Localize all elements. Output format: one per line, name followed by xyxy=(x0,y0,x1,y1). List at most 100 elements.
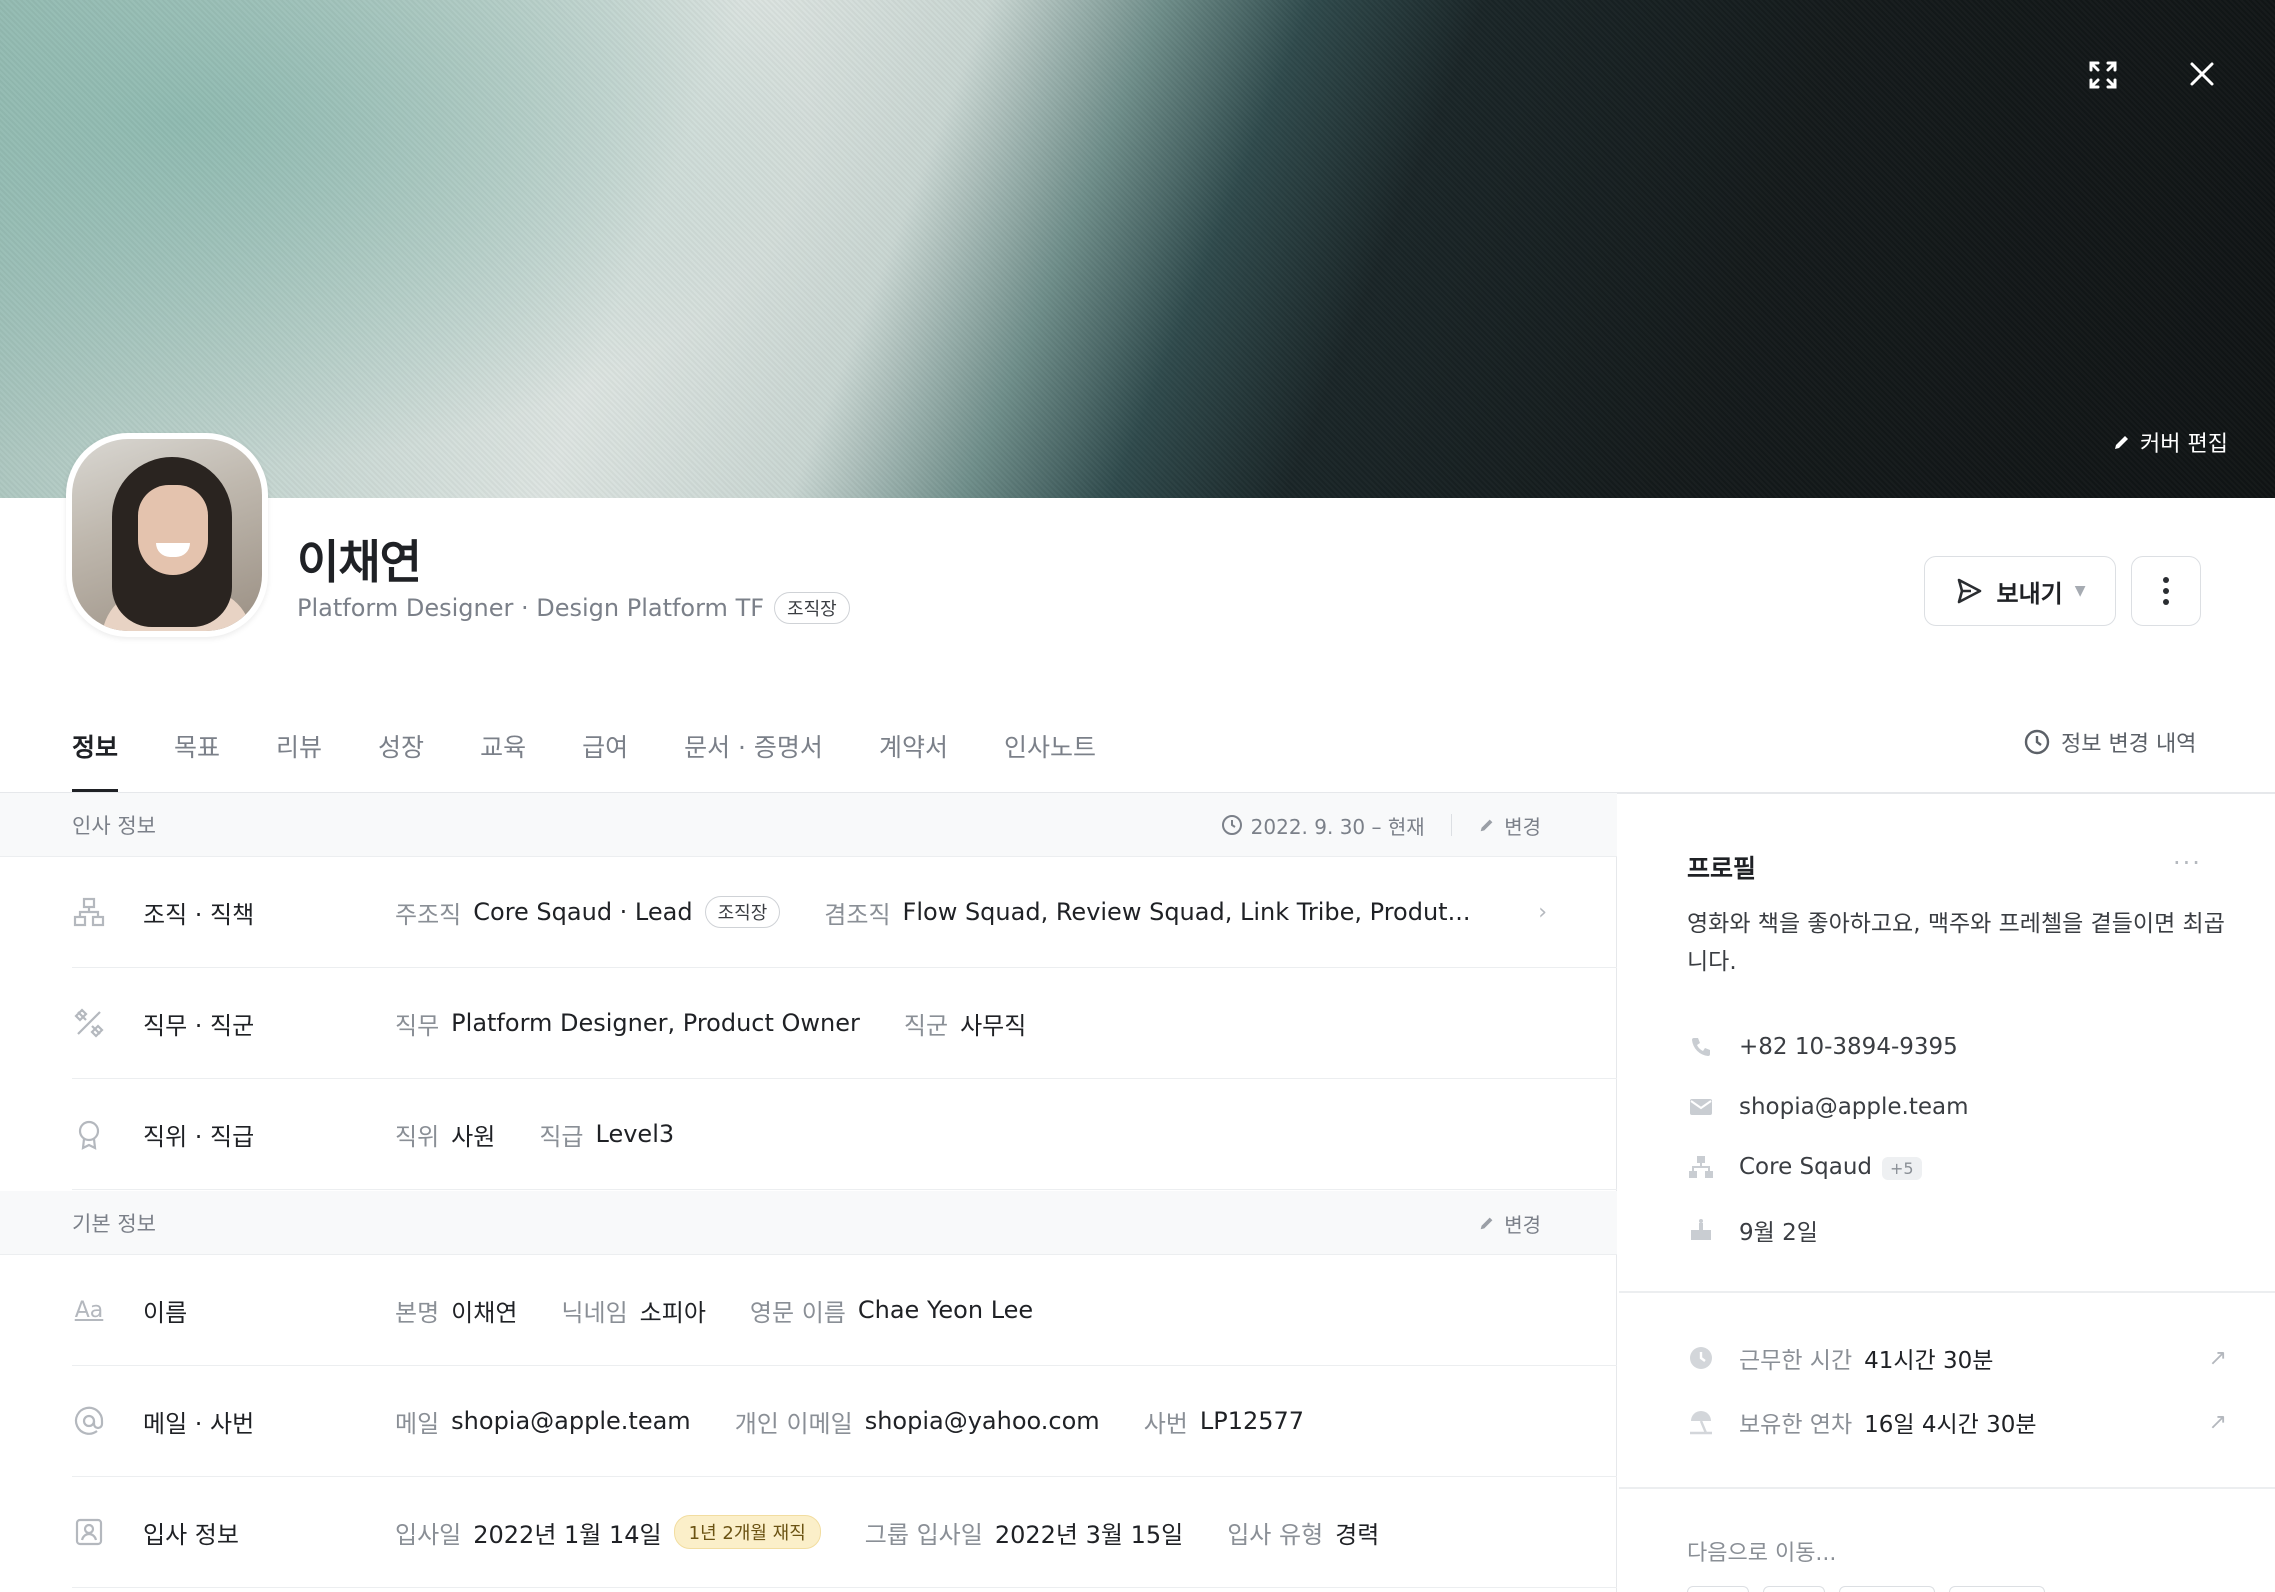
more-options-button[interactable] xyxy=(2131,556,2201,626)
tools-icon xyxy=(72,1006,106,1040)
basic-section-title: 기본 정보 xyxy=(72,1211,156,1236)
org-name: Core Sqaud xyxy=(1739,1154,1873,1180)
hr-section-header: 인사 정보 2022. 9. 30 – 현재 변경 xyxy=(0,793,1617,857)
name-row: Aa 이름 본명 이채연 닉네임 소피아 영문 이름 Chae Yeon Lee xyxy=(72,1255,1617,1366)
field-value: 2022년 3월 15일 xyxy=(994,1520,1184,1549)
tab-education[interactable]: 교육 xyxy=(480,718,526,793)
tab-hr-notes[interactable]: 인사노트 xyxy=(1004,718,1096,793)
work-hours-stat[interactable]: 근무한 시간 41시간 30분 ↗ xyxy=(1687,1341,2227,1375)
expand-icon[interactable] xyxy=(2083,55,2123,95)
pencil-icon xyxy=(2115,436,2128,449)
cover-edit-label: 커버 편집 xyxy=(2140,432,2228,457)
field-key: 직군 xyxy=(903,1011,949,1040)
tab-growth[interactable]: 성장 xyxy=(378,718,424,793)
field-value: Flow Squad, Review Squad, Link Tribe, Pr… xyxy=(902,898,1471,926)
field-value: 이채연 xyxy=(451,1298,518,1327)
profile-bio: 영화와 책을 좋아하고요, 맥주와 프레첼을 곁들이면 최곱니다. xyxy=(1687,911,2225,975)
divider xyxy=(1619,1487,2275,1489)
next-chip[interactable] xyxy=(1763,1586,1825,1592)
field-value: 2022년 1월 14일 xyxy=(473,1520,662,1549)
birthday: 9월 2일 xyxy=(1687,1213,1818,1247)
id-card-icon xyxy=(72,1515,106,1549)
basic-edit-button[interactable]: 변경 xyxy=(1478,1209,1541,1238)
send-icon xyxy=(1958,578,1982,604)
profile-name: 이채연 xyxy=(297,535,422,589)
field-value: 소피아 xyxy=(639,1298,706,1327)
field-key: 직위 xyxy=(395,1122,440,1151)
stat-label: 보유한 연차 xyxy=(1739,1412,1853,1438)
org-contact[interactable]: Core Sqaud +5 xyxy=(1687,1153,1922,1181)
tab-info[interactable]: 정보 xyxy=(72,718,119,793)
arrow-up-right-icon: ↗ xyxy=(2208,1409,2227,1435)
next-chips xyxy=(1687,1586,2045,1592)
birthday-date: 9월 2일 xyxy=(1739,1220,1818,1246)
email-row: 메일 · 사번 메일 shopia@apple.team 개인 이메일 shopia… xyxy=(72,1366,1617,1477)
field-key: 사번 xyxy=(1143,1409,1188,1438)
email-contact[interactable]: shopia@apple.team xyxy=(1687,1093,1969,1121)
leave-stat[interactable]: 보유한 연차 16일 4시간 30분 ↗ xyxy=(1687,1405,2227,1439)
phone-icon xyxy=(1687,1033,1715,1061)
tab-documents[interactable]: 문서 · 증명서 xyxy=(684,718,823,793)
award-icon xyxy=(72,1117,106,1151)
phone-contact[interactable]: +82 10-3894-9395 xyxy=(1687,1033,1958,1061)
history-icon xyxy=(1221,815,1242,835)
tab-bar: 정보 목표 리뷰 성장 교육 급여 문서 · 증명서 계약서 인사노트 xyxy=(72,718,1152,793)
stat-label: 근무한 시간 xyxy=(1739,1348,1853,1374)
cover-edit-button[interactable]: 커버 편집 xyxy=(2112,426,2228,458)
next-chip[interactable] xyxy=(1839,1586,1935,1592)
row-label: 입사 정보 xyxy=(143,1520,239,1549)
field-value: 경력 xyxy=(1335,1520,1380,1549)
info-panel: 인사 정보 2022. 9. 30 – 현재 변경 조직 · 직책 주조직 Cor… xyxy=(0,793,1617,1592)
tab-review[interactable]: 리뷰 xyxy=(276,718,322,793)
row-label: 조직 · 직책 xyxy=(143,900,255,929)
row-label: 이름 xyxy=(143,1298,188,1327)
field-value: Platform Designer, Product Owner xyxy=(451,1009,860,1037)
tab-salary[interactable]: 급여 xyxy=(582,718,628,793)
profile-subtitle: Platform Designer · Design Platform TF 조… xyxy=(297,592,850,624)
email-address: shopia@apple.team xyxy=(1739,1094,1969,1120)
history-link[interactable]: 정보 변경 내역 xyxy=(2023,726,2196,758)
field-value: LP12577 xyxy=(1199,1407,1305,1435)
profile-title: 프로필 xyxy=(1687,854,1757,883)
field-key: 입사일 xyxy=(395,1520,462,1549)
job-row: 직무 · 직군 직무 Platform Designer, Product Own… xyxy=(72,968,1617,1079)
beach-icon xyxy=(1687,1408,1715,1436)
stat-value: 41시간 30분 xyxy=(1864,1348,1994,1374)
at-sign-icon xyxy=(72,1404,106,1438)
next-chip[interactable] xyxy=(1687,1586,1749,1592)
field-key: 직무 xyxy=(395,1011,440,1040)
field-key: 본명 xyxy=(395,1298,440,1327)
field-value: 사원 xyxy=(451,1122,496,1151)
chevron-down-icon: ▼ xyxy=(2074,583,2086,599)
field-value: shopia@apple.team xyxy=(451,1407,691,1435)
edit-label: 변경 xyxy=(1504,814,1541,839)
chevron-right-icon: › xyxy=(1538,899,1547,925)
row-label: 직위 · 직급 xyxy=(143,1122,255,1151)
arrow-up-right-icon: ↗ xyxy=(2208,1345,2227,1371)
field-value: Level3 xyxy=(595,1120,675,1148)
job-title: Platform Designer · Design Platform TF xyxy=(297,594,765,622)
field-key: 메일 xyxy=(395,1409,440,1438)
org-position-row[interactable]: 조직 · 직책 주조직 Core Sqaud · Lead 조직장 겸조직 Flow … xyxy=(72,857,1617,968)
field-value: 사무직 xyxy=(960,1011,1027,1040)
field-key: 겸조직 xyxy=(824,900,891,929)
send-button[interactable]: 보내기 ▼ xyxy=(1924,556,2116,626)
edit-label: 변경 xyxy=(1504,1212,1541,1237)
more-horizontal-icon[interactable]: ··· xyxy=(2173,849,2202,877)
org-chart-icon xyxy=(1687,1153,1715,1181)
tab-contracts[interactable]: 계약서 xyxy=(879,718,948,793)
hr-section-title: 인사 정보 xyxy=(72,813,156,838)
role-badge: 조직장 xyxy=(774,592,850,624)
tab-goals[interactable]: 목표 xyxy=(174,718,220,793)
field-value: Core Sqaud · Lead xyxy=(473,898,693,926)
avatar[interactable] xyxy=(66,433,268,637)
next-chip[interactable] xyxy=(1949,1586,2045,1592)
phone-number: +82 10-3894-9395 xyxy=(1739,1034,1958,1060)
field-key: 입사 유형 xyxy=(1227,1520,1324,1549)
hr-edit-button[interactable]: 변경 xyxy=(1478,811,1541,840)
pencil-icon xyxy=(1480,1217,1493,1230)
field-value: Chae Yeon Lee xyxy=(857,1296,1034,1324)
close-icon[interactable] xyxy=(2180,52,2224,96)
field-key: 개인 이메일 xyxy=(734,1409,853,1438)
field-key: 직급 xyxy=(539,1122,584,1151)
